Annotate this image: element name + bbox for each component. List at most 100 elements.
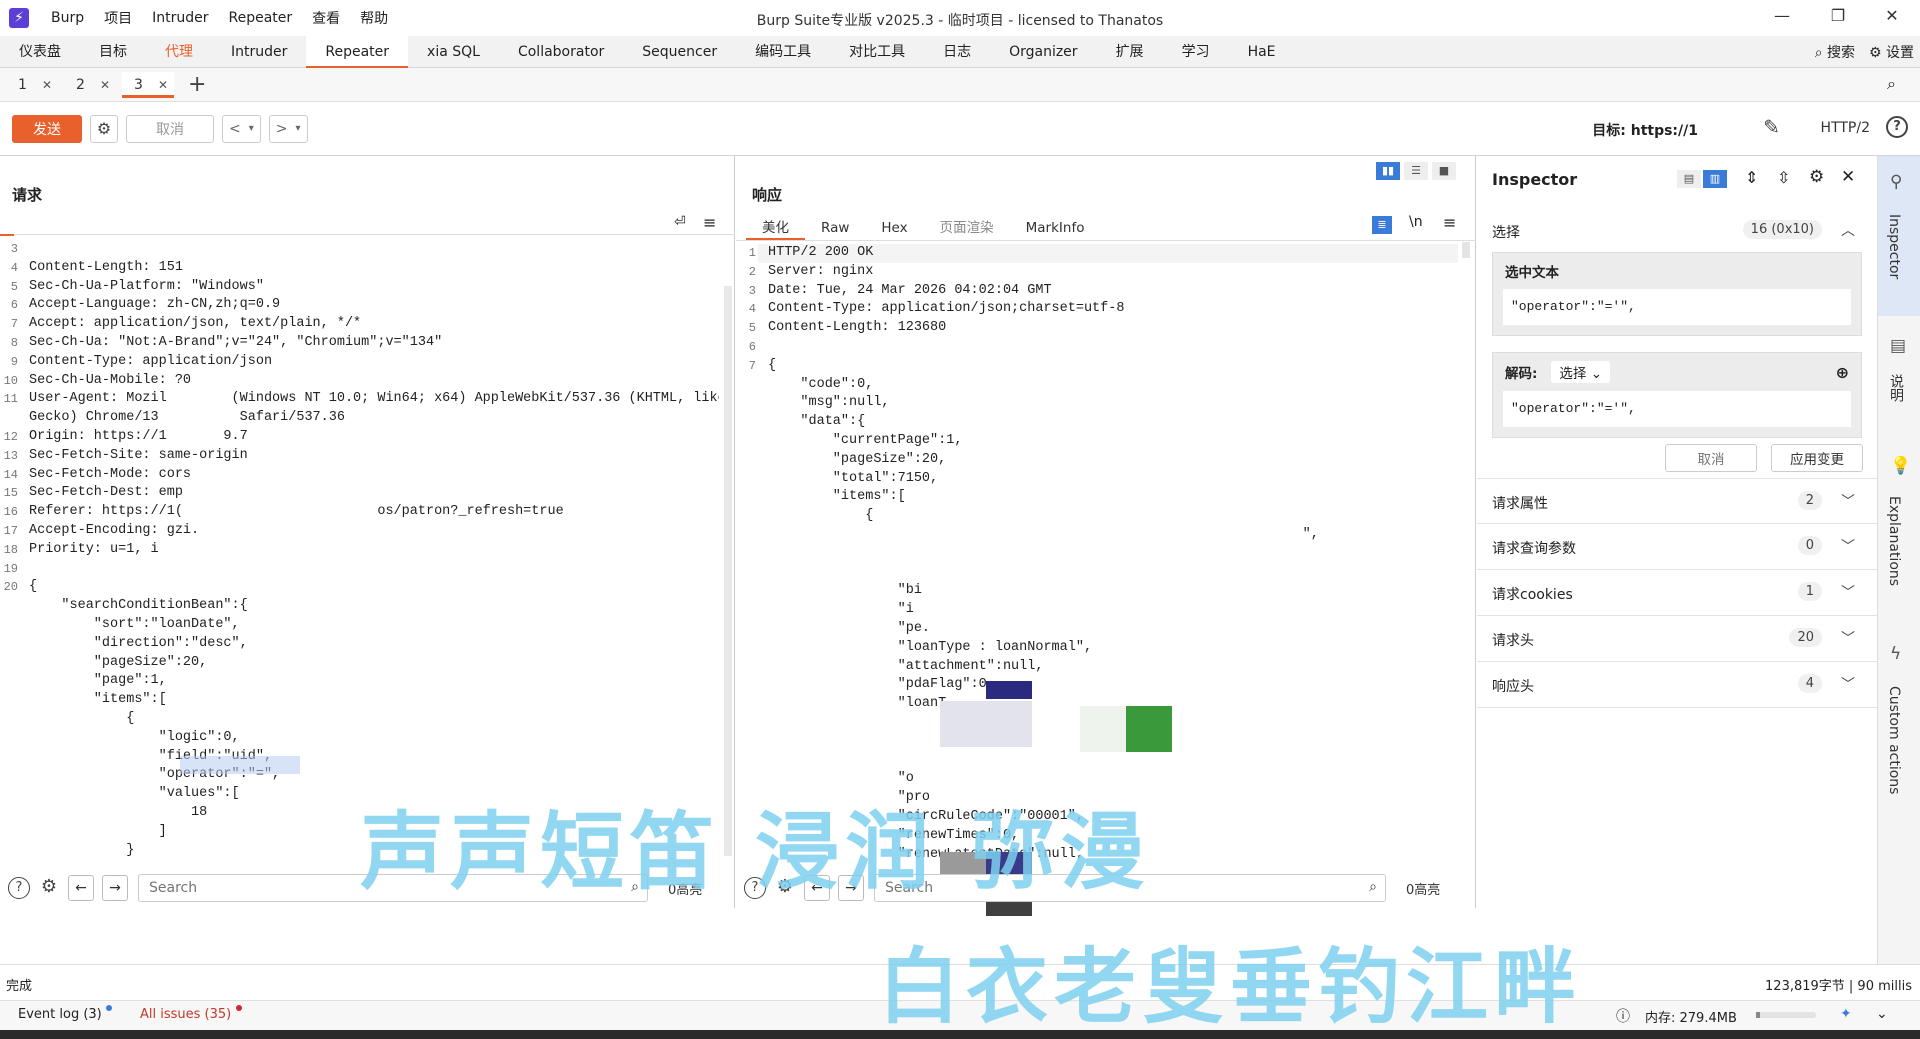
- tab-logger[interactable]: 日志: [924, 36, 990, 68]
- close-icon[interactable]: ✕: [1841, 167, 1855, 187]
- response-menu-icon[interactable]: ≡: [1443, 213, 1456, 232]
- repeater-tab-1[interactable]: 1 ✕: [6, 72, 58, 98]
- cancel-button[interactable]: 取消: [126, 114, 214, 143]
- gear-icon[interactable]: ⚙: [1809, 167, 1824, 187]
- repeater-tab-3[interactable]: 3 ✕: [122, 71, 174, 98]
- repeater-tab-2[interactable]: 2 ✕: [64, 72, 116, 98]
- arrow-right-icon[interactable]: →: [838, 875, 864, 901]
- menu-repeater[interactable]: Repeater: [219, 10, 303, 26]
- chevron-down-icon[interactable]: ﹀: [1841, 674, 1855, 694]
- collapse-all-icon[interactable]: ⇳: [1777, 168, 1790, 187]
- all-issues-link[interactable]: All issues (35): [140, 1007, 231, 1022]
- close-window-icon[interactable]: ✕: [1872, 6, 1912, 30]
- menu-burp[interactable]: Burp: [41, 10, 94, 26]
- layout-single-icon[interactable]: ■: [1432, 162, 1456, 180]
- chevron-down-icon[interactable]: ﹀: [1841, 628, 1855, 648]
- info-icon[interactable]: ⓘ: [1616, 1006, 1630, 1026]
- tab-render[interactable]: 页面渲染: [924, 216, 1010, 240]
- side-tab-inspector[interactable]: Inspector: [1886, 214, 1902, 279]
- response-search-box[interactable]: ⌕: [874, 874, 1386, 902]
- chevron-down-icon[interactable]: ﹀: [1841, 536, 1855, 556]
- inspector-cancel-button[interactable]: 取消: [1665, 444, 1757, 472]
- tab-markinfo[interactable]: MarkInfo: [1010, 216, 1101, 240]
- settings-button[interactable]: ⚙ 设置: [1869, 42, 1914, 62]
- menu-view[interactable]: 查看: [302, 8, 350, 28]
- request-scrollbar[interactable]: [724, 286, 732, 856]
- menu-intruder[interactable]: Intruder: [142, 10, 218, 26]
- help-circle-icon[interactable]: ?: [8, 877, 30, 899]
- decoded-text-value[interactable]: "operator":"='",: [1503, 391, 1851, 427]
- history-back-button[interactable]: < ▾: [222, 114, 261, 143]
- section-request-headers[interactable]: 请求头 20 ﹀: [1477, 616, 1877, 662]
- section-request-attributes[interactable]: 请求属性 2 ﹀: [1477, 478, 1877, 524]
- wrap-toggle-icon[interactable]: ⏎: [674, 214, 686, 230]
- selection-section-header[interactable]: 选择 16 (0x10) ︿: [1477, 208, 1877, 254]
- arrow-left-icon[interactable]: ←: [804, 875, 830, 901]
- target-label[interactable]: 目标: https://1: [1592, 120, 1698, 140]
- tab-intruder[interactable]: Intruder: [212, 36, 306, 68]
- minimize-icon[interactable]: —: [1762, 6, 1802, 30]
- request-editor[interactable]: Content-Length: 151 Sec-Ch-Ua-Platform: "…: [29, 240, 719, 860]
- arrow-right-icon[interactable]: →: [102, 875, 128, 901]
- menu-help[interactable]: 帮助: [350, 8, 398, 28]
- selected-text-value[interactable]: "operator":"='",: [1503, 289, 1851, 325]
- send-button[interactable]: 发送: [12, 114, 82, 143]
- close-tab-icon[interactable]: ✕: [100, 72, 110, 98]
- tab-decoder[interactable]: 编码工具: [736, 36, 830, 68]
- close-tab-icon[interactable]: ✕: [42, 72, 52, 98]
- tab-extensions[interactable]: 扩展: [1097, 36, 1163, 68]
- tab-dashboard[interactable]: 仪表盘: [0, 36, 80, 68]
- tab-search-icon[interactable]: ⌕: [1887, 74, 1896, 94]
- ai-sparkle-icon[interactable]: ✦: [1840, 1006, 1852, 1022]
- send-settings-gear-icon[interactable]: ⚙: [90, 114, 118, 143]
- add-tab-icon[interactable]: +: [188, 72, 206, 97]
- event-log-link[interactable]: Event log (3): [18, 1007, 102, 1022]
- help-icon[interactable]: ?: [1886, 116, 1908, 138]
- tab-comparer[interactable]: 对比工具: [830, 36, 924, 68]
- tab-xia-sql[interactable]: xia SQL: [408, 36, 499, 68]
- tab-hae[interactable]: HaE: [1229, 36, 1295, 68]
- tab-collaborator[interactable]: Collaborator: [499, 36, 623, 68]
- request-search-box[interactable]: ⌕: [138, 874, 648, 902]
- apply-changes-button[interactable]: 应用变更: [1771, 444, 1863, 472]
- section-request-query-params[interactable]: 请求查询参数 0 ﹀: [1477, 524, 1877, 570]
- request-search-input[interactable]: [149, 880, 647, 896]
- close-tab-icon[interactable]: ✕: [158, 72, 168, 98]
- layout-split-icon[interactable]: ▮▮: [1376, 162, 1400, 180]
- tab-target[interactable]: 目标: [80, 36, 146, 68]
- response-search-input[interactable]: [885, 880, 1385, 896]
- decode-select[interactable]: 选择 ⌄: [1551, 361, 1611, 383]
- maximize-icon[interactable]: ❐: [1818, 6, 1858, 30]
- request-menu-icon[interactable]: ≡: [703, 213, 716, 232]
- gear-icon[interactable]: ⚙: [774, 877, 796, 899]
- history-forward-button[interactable]: > ▾: [268, 114, 308, 143]
- chevron-down-icon[interactable]: ﹀: [1841, 582, 1855, 602]
- tab-organizer[interactable]: Organizer: [990, 36, 1096, 68]
- tab-proxy[interactable]: 代理: [146, 36, 212, 68]
- chevron-down-icon[interactable]: ⌄: [1876, 1006, 1888, 1022]
- add-decode-icon[interactable]: ⊕: [1836, 363, 1849, 382]
- newline-toggle-icon[interactable]: \n: [1409, 214, 1423, 230]
- response-editor[interactable]: HTTP/2 200 OK Server: nginx Date: Tue, 24 …: [768, 244, 1458, 864]
- layout-rows-icon[interactable]: ☰: [1404, 162, 1428, 180]
- inspector-layout-left-icon[interactable]: ▤: [1677, 170, 1701, 188]
- arrow-left-icon[interactable]: ←: [68, 875, 94, 901]
- side-tab-explanations[interactable]: Explanations: [1886, 496, 1902, 586]
- inspector-layout-right-icon[interactable]: ▥: [1703, 170, 1727, 188]
- menu-project[interactable]: 项目: [94, 8, 142, 28]
- global-search-button[interactable]: ⌕ 搜索: [1815, 42, 1855, 62]
- chevron-down-icon[interactable]: ﹀: [1841, 491, 1855, 511]
- side-tab-notes[interactable]: 说明: [1886, 374, 1906, 402]
- tab-raw[interactable]: Raw: [805, 216, 865, 240]
- tab-pretty[interactable]: 美化: [746, 216, 805, 240]
- side-tab-custom-actions[interactable]: Custom actions: [1886, 686, 1902, 794]
- pretty-print-icon[interactable]: ≣: [1372, 216, 1392, 234]
- edit-target-pencil-icon[interactable]: ✎: [1763, 115, 1780, 139]
- section-response-headers[interactable]: 响应头 4 ﹀: [1477, 662, 1877, 708]
- section-request-cookies[interactable]: 请求cookies 1 ﹀: [1477, 570, 1877, 616]
- tab-repeater[interactable]: Repeater: [306, 35, 409, 69]
- chevron-up-icon[interactable]: ︿: [1841, 220, 1855, 240]
- http-version-label[interactable]: HTTP/2: [1821, 120, 1870, 136]
- tab-sequencer[interactable]: Sequencer: [623, 36, 736, 68]
- help-circle-icon[interactable]: ?: [744, 877, 766, 899]
